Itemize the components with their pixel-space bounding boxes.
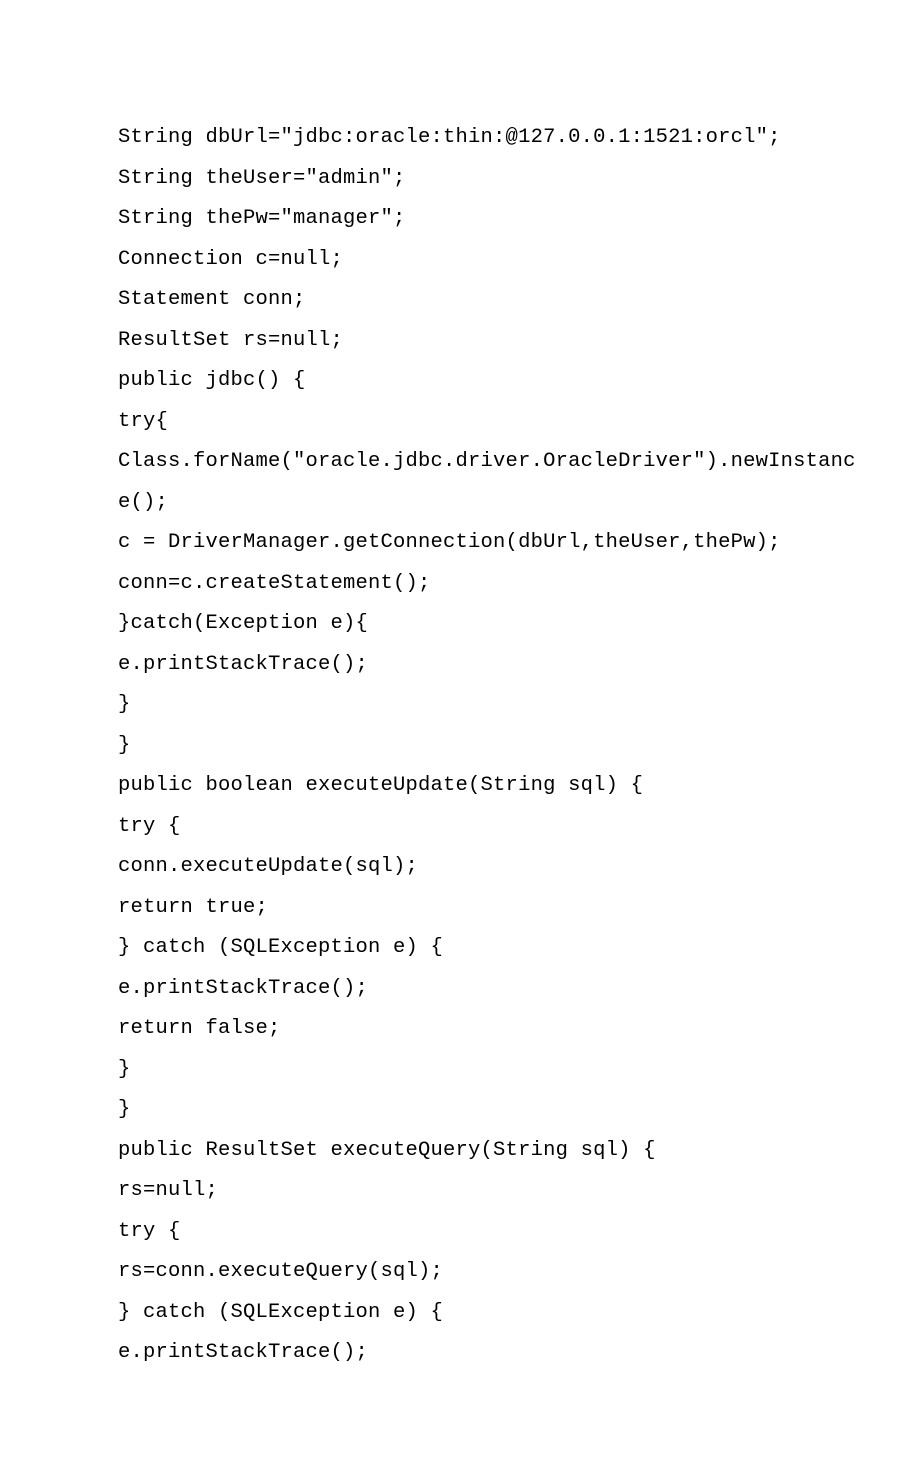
- code-line: }: [118, 685, 820, 726]
- code-line: Connection c=null;: [118, 240, 820, 281]
- code-line: e.printStackTrace();: [118, 1333, 820, 1374]
- code-line: e.printStackTrace();: [118, 969, 820, 1010]
- code-line: e();: [118, 483, 820, 524]
- code-line: }catch(Exception e){: [118, 604, 820, 645]
- code-line: try {: [118, 1212, 820, 1253]
- code-line: c = DriverManager.getConnection(dbUrl,th…: [118, 523, 820, 564]
- code-line: conn.executeUpdate(sql);: [118, 847, 820, 888]
- code-line: return true;: [118, 888, 820, 929]
- code-line: } catch (SQLException e) {: [118, 928, 820, 969]
- code-line: public ResultSet executeQuery(String sql…: [118, 1131, 820, 1172]
- code-line: }: [118, 1090, 820, 1131]
- document-page: String dbUrl="jdbc:oracle:thin:@127.0.0.…: [0, 0, 920, 1474]
- code-line: public jdbc() {: [118, 361, 820, 402]
- code-line: try{: [118, 402, 820, 443]
- code-line: }: [118, 1050, 820, 1091]
- code-line: String theUser="admin";: [118, 159, 820, 200]
- code-line: e.printStackTrace();: [118, 645, 820, 686]
- code-line: String dbUrl="jdbc:oracle:thin:@127.0.0.…: [118, 118, 820, 159]
- code-line: conn=c.createStatement();: [118, 564, 820, 605]
- code-line: try {: [118, 807, 820, 848]
- code-line: ResultSet rs=null;: [118, 321, 820, 362]
- code-line: }: [118, 726, 820, 767]
- code-line: rs=null;: [118, 1171, 820, 1212]
- code-line: } catch (SQLException e) {: [118, 1293, 820, 1334]
- code-line: public boolean executeUpdate(String sql)…: [118, 766, 820, 807]
- code-line: return false;: [118, 1009, 820, 1050]
- code-line: rs=conn.executeQuery(sql);: [118, 1252, 820, 1293]
- code-line: String thePw="manager";: [118, 199, 820, 240]
- code-line: Class.forName("oracle.jdbc.driver.Oracle…: [118, 442, 820, 483]
- code-line: Statement conn;: [118, 280, 820, 321]
